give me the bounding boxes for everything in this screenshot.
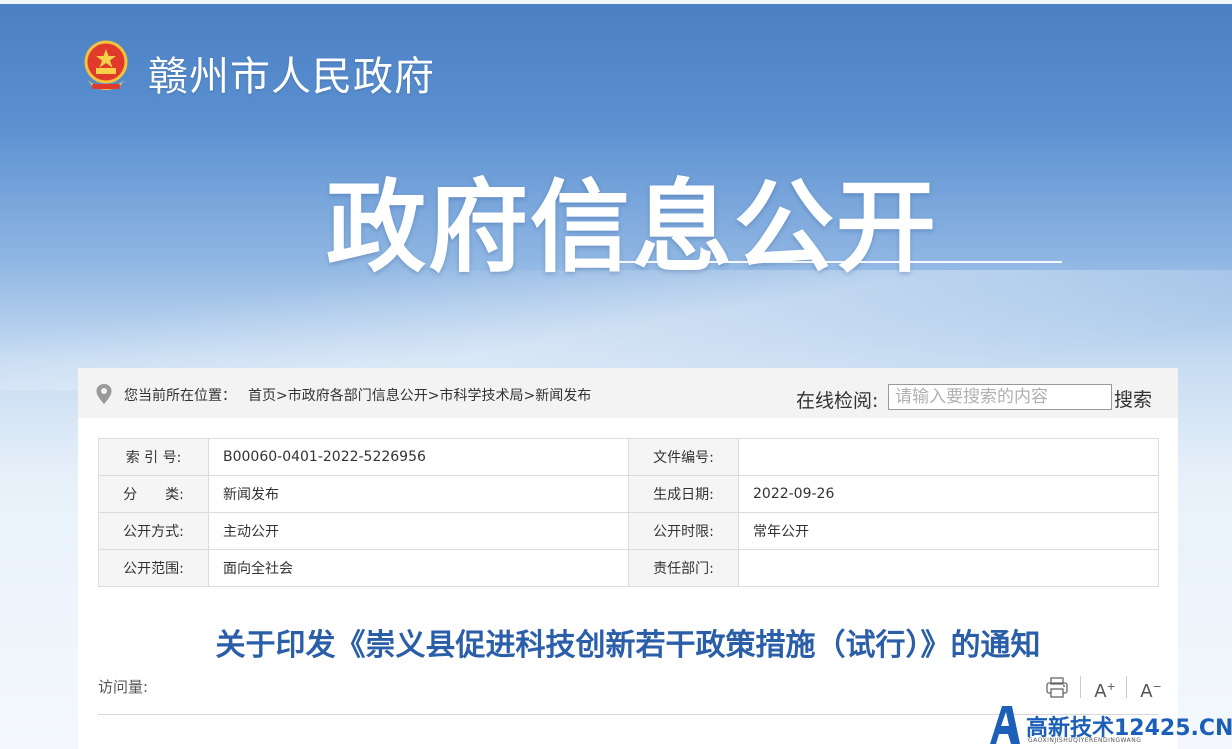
- breadcrumb: 首页>市政府各部门信息公开>市科学技术局>新闻发布: [248, 385, 591, 405]
- meta-value: [738, 549, 1159, 587]
- meta-value: 2022-09-26: [738, 475, 1159, 513]
- table-row: 公开范围: 面向全社会 责任部门:: [98, 549, 1159, 587]
- plus-icon: +: [1106, 680, 1116, 693]
- meta-key: 公开范围:: [98, 549, 209, 587]
- toolbar-divider: [1126, 676, 1127, 698]
- article-title: 关于印发《崇义县促进科技创新若干政策措施（试行）》的通知: [215, 628, 1041, 663]
- font-increase-label: A: [1094, 681, 1107, 702]
- meta-key: 分 类:: [98, 475, 209, 513]
- meta-value: [738, 438, 1159, 476]
- search-button[interactable]: 搜索: [1114, 385, 1152, 412]
- meta-key: 文件编号:: [628, 438, 739, 476]
- meta-key: 责任部门:: [628, 549, 739, 587]
- font-decrease-button[interactable]: A−: [1134, 670, 1168, 704]
- breadcrumb-separator: >: [276, 388, 288, 404]
- print-icon: [1046, 677, 1068, 698]
- article-toolbar: A+ A−: [1040, 670, 1170, 704]
- meta-key: 公开时限:: [628, 512, 739, 550]
- meta-value: 主动公开: [208, 512, 629, 550]
- breadcrumb-label: 您当前所在位置：: [124, 388, 236, 404]
- banner-underline: [574, 261, 1062, 263]
- meta-value: B00060-0401-2022-5226956: [208, 438, 629, 476]
- document-meta-table: 索 引 号: B00060-0401-2022-5226956 文件编号: 分 …: [98, 438, 1159, 587]
- breadcrumb-item-departments[interactable]: 市政府各部门信息公开: [288, 388, 428, 404]
- location-pin-icon: [96, 384, 112, 404]
- site-title: 赣州市人民政府: [148, 54, 435, 100]
- meta-key: 索 引 号:: [98, 438, 209, 476]
- search-input[interactable]: [888, 384, 1112, 410]
- font-decrease-label: A: [1140, 681, 1153, 702]
- breadcrumb-item-news[interactable]: 新闻发布: [535, 388, 591, 404]
- toolbar-divider: [1080, 676, 1081, 698]
- breadcrumb-item-science-bureau[interactable]: 市科学技术局: [439, 388, 523, 404]
- font-increase-button[interactable]: A+: [1088, 670, 1122, 704]
- search-label: 在线检阅:: [796, 390, 879, 412]
- print-button[interactable]: [1040, 670, 1074, 704]
- breadcrumb-separator: >: [523, 388, 536, 404]
- meta-key: 公开方式:: [98, 512, 209, 550]
- national-emblem-icon: [84, 40, 128, 90]
- top-strip: [0, 0, 1232, 4]
- minus-icon: −: [1152, 680, 1162, 693]
- meta-value: 新闻发布: [208, 475, 629, 513]
- table-row: 索 引 号: B00060-0401-2022-5226956 文件编号:: [98, 438, 1159, 476]
- content-panel: 您当前所在位置： 首页>市政府各部门信息公开>市科学技术局>新闻发布 在线检阅:…: [78, 368, 1178, 749]
- breadcrumb-separator: >: [427, 388, 440, 404]
- table-row: 公开方式: 主动公开 公开时限: 常年公开: [98, 512, 1159, 550]
- meta-value: 面向全社会: [208, 549, 629, 587]
- banner-title: 政府信息公开: [326, 169, 938, 286]
- meta-key: 生成日期:: [628, 475, 739, 513]
- meta-value: 常年公开: [738, 512, 1159, 550]
- breadcrumb-item-home[interactable]: 首页: [248, 388, 276, 404]
- breadcrumb-bar: 您当前所在位置： 首页>市政府各部门信息公开>市科学技术局>新闻发布 在线检阅:…: [78, 368, 1178, 418]
- watermark-logo-icon: [990, 706, 1020, 744]
- visit-count-label: 访问量:: [98, 678, 149, 696]
- watermark-subtitle: GAOXINJISHUQIYERENDINGWANG: [1028, 737, 1142, 744]
- table-row: 分 类: 新闻发布 生成日期: 2022-09-26: [98, 475, 1159, 513]
- watermark: 高新技术12425.CN GAOXINJISHUQIYERENDINGWANG: [986, 700, 1232, 749]
